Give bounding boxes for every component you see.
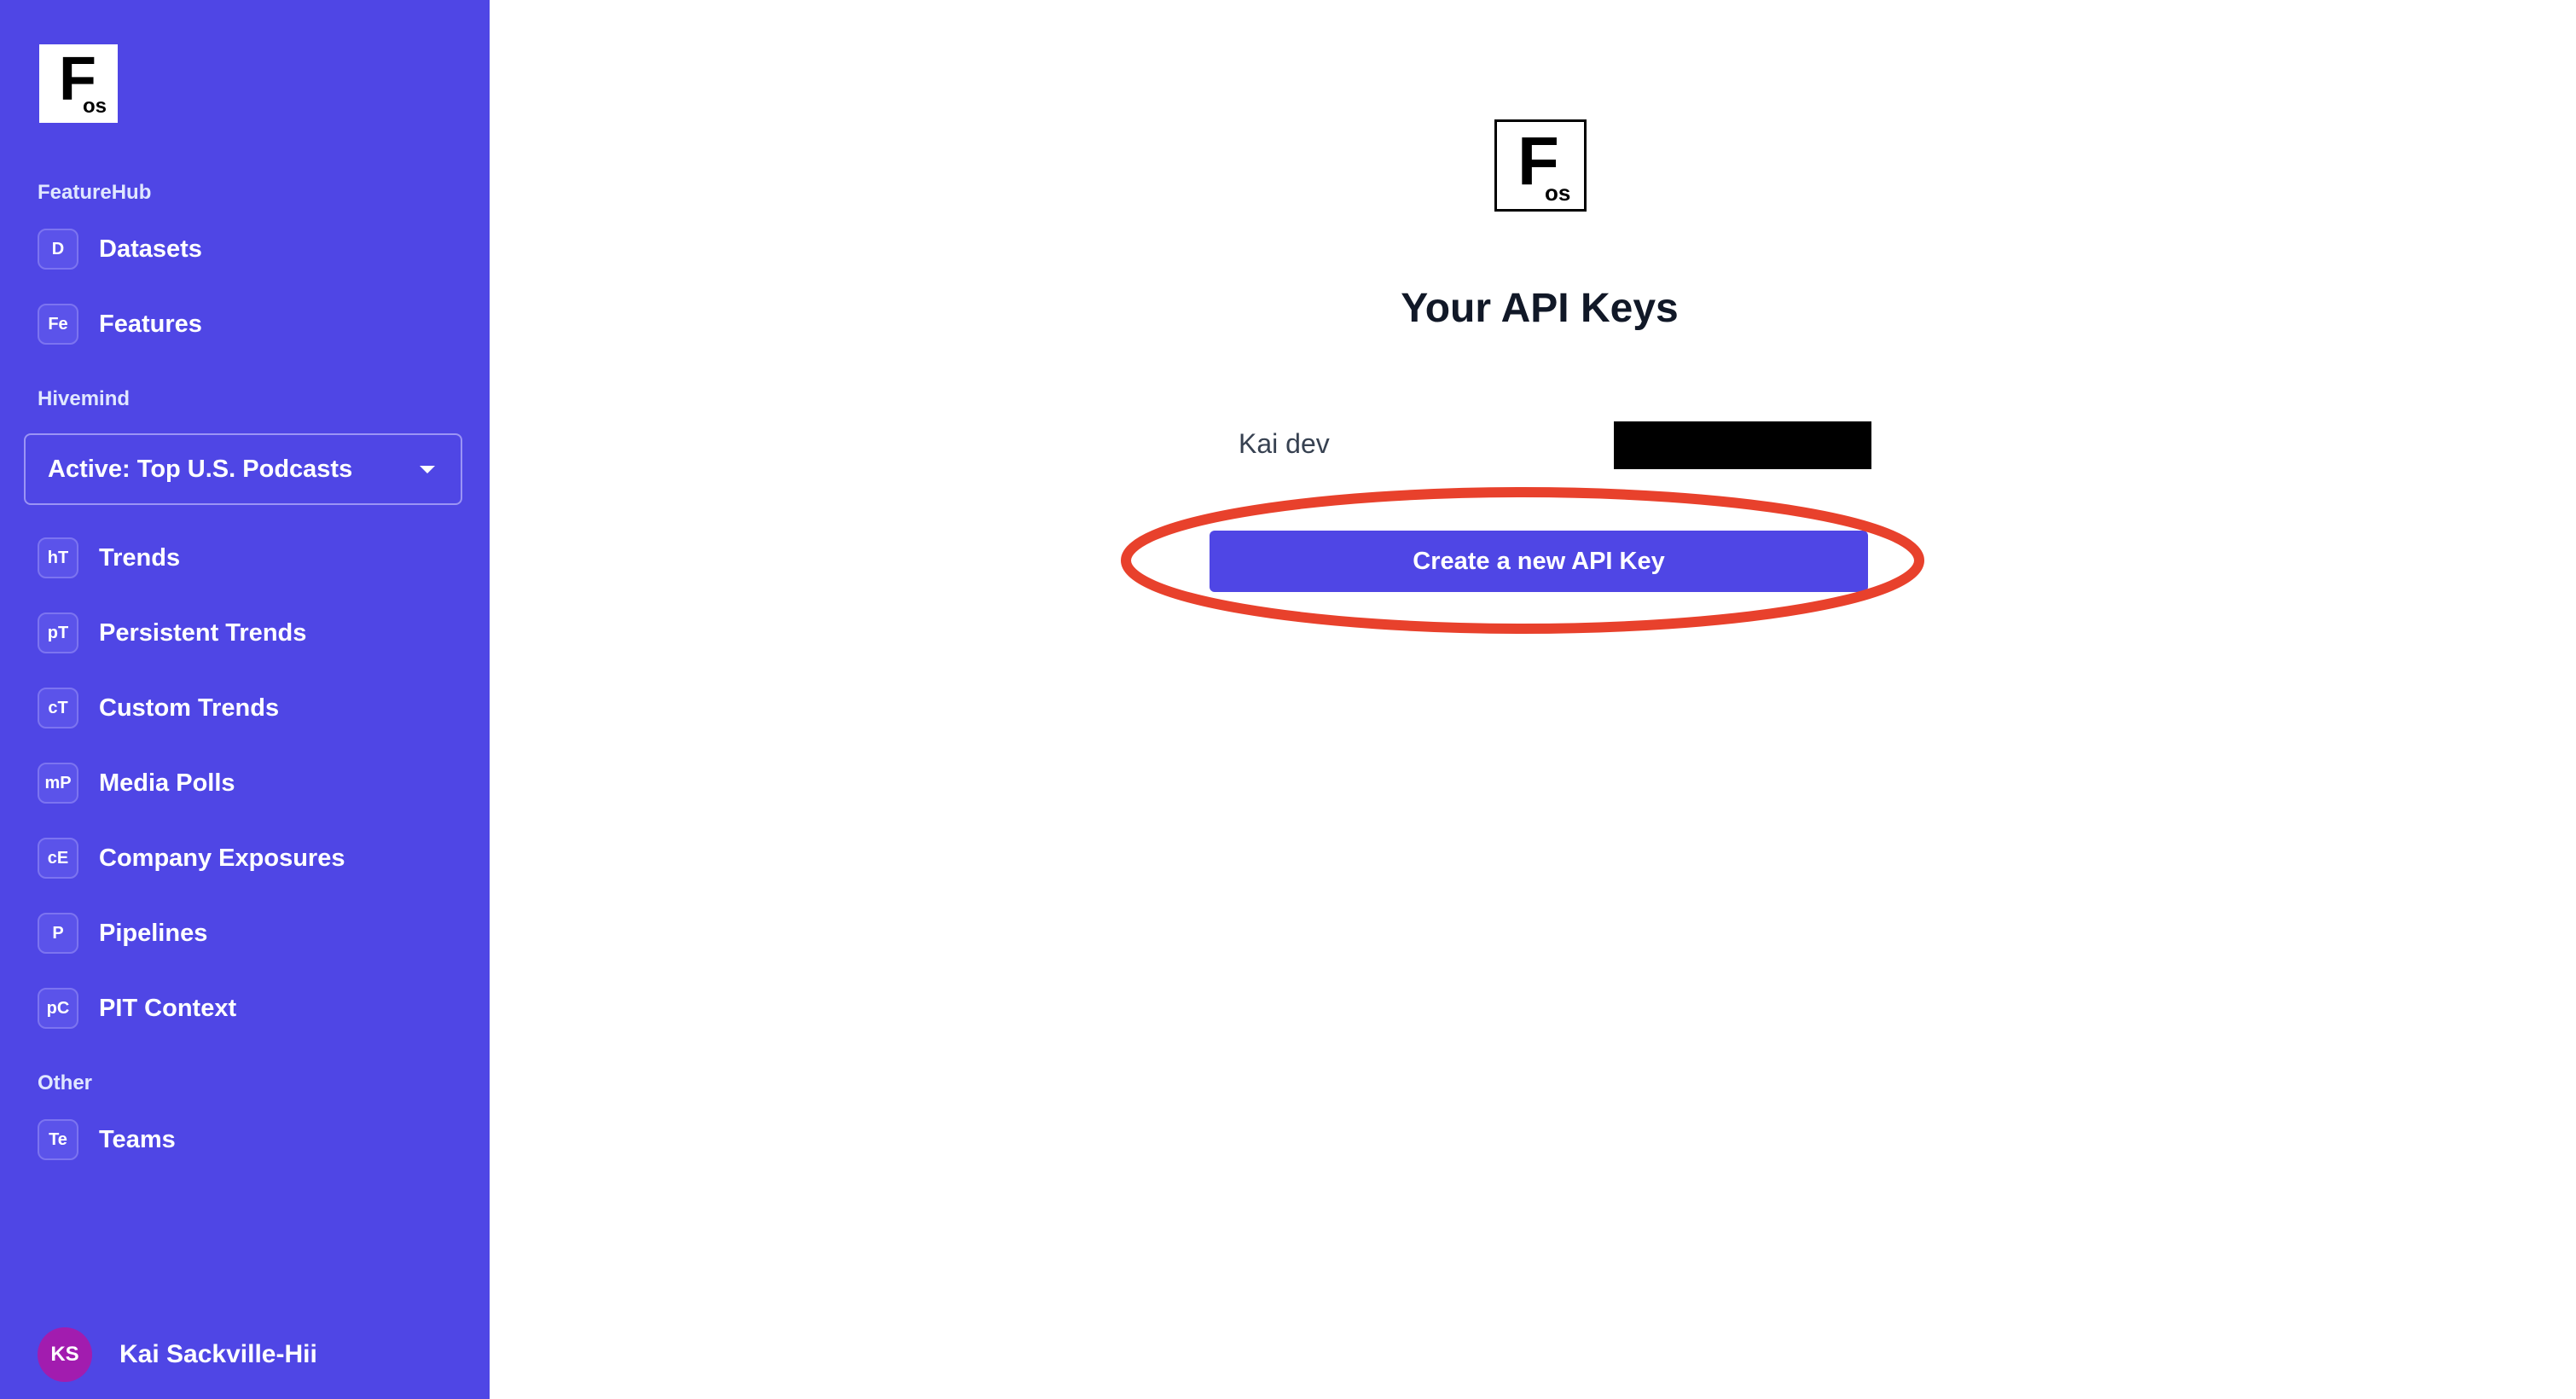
section-label-featurehub: FeatureHub	[38, 181, 152, 204]
user-name: Kai Sackville-Hii	[119, 1340, 317, 1368]
sidebar-item-trends[interactable]: hT Trends	[38, 537, 180, 578]
trends-icon: hT	[38, 537, 78, 578]
sidebar-item-label: Trends	[99, 543, 181, 572]
sidebar: F os FeatureHub D Datasets Fe Features H…	[0, 0, 490, 1399]
company-exposures-icon: cE	[38, 838, 78, 879]
app-logo[interactable]: F os	[39, 44, 118, 123]
sidebar-item-label: Teams	[99, 1125, 176, 1153]
sidebar-item-persistent-trends[interactable]: pT Persistent Trends	[38, 612, 306, 653]
page-title: Your API Keys	[1401, 286, 1679, 331]
sidebar-item-label: Custom Trends	[99, 694, 280, 722]
datasets-icon: D	[38, 229, 78, 270]
chevron-down-icon	[420, 466, 435, 473]
media-polls-icon: mP	[38, 763, 78, 804]
sidebar-item-pit-context[interactable]: pC PIT Context	[38, 988, 236, 1029]
create-api-key-button[interactable]: Create a new API Key	[1210, 531, 1868, 592]
custom-trends-icon: cT	[38, 688, 78, 729]
sidebar-item-label: Features	[99, 310, 202, 338]
active-team-select[interactable]: Active: Top U.S. Podcasts	[24, 433, 462, 505]
api-key-redacted-value	[1614, 421, 1871, 469]
api-key-name: Kai dev	[1239, 428, 1330, 459]
logo-subscript: os	[1545, 180, 1571, 206]
features-icon: Fe	[38, 304, 78, 345]
sidebar-item-company-exposures[interactable]: cE Company Exposures	[38, 838, 345, 879]
sidebar-item-pipelines[interactable]: P Pipelines	[38, 913, 207, 954]
sidebar-item-label: Datasets	[99, 235, 202, 263]
app-root: F os FeatureHub D Datasets Fe Features H…	[0, 0, 2576, 1399]
persistent-trends-icon: pT	[38, 612, 78, 653]
sidebar-item-label: Company Exposures	[99, 844, 345, 872]
pipelines-icon: P	[38, 913, 78, 954]
sidebar-item-label: Persistent Trends	[99, 618, 307, 647]
sidebar-item-teams[interactable]: Te Teams	[38, 1119, 176, 1160]
active-team-value: Active: Top U.S. Podcasts	[48, 455, 353, 483]
logo-subscript: os	[83, 95, 107, 118]
section-label-other: Other	[38, 1071, 93, 1094]
sidebar-item-custom-trends[interactable]: cT Custom Trends	[38, 688, 279, 729]
sidebar-item-media-polls[interactable]: mP Media Polls	[38, 763, 235, 804]
sidebar-item-label: PIT Context	[99, 994, 237, 1022]
teams-icon: Te	[38, 1119, 78, 1160]
sidebar-item-datasets[interactable]: D Datasets	[38, 229, 202, 270]
pit-context-icon: pC	[38, 988, 78, 1029]
sidebar-item-features[interactable]: Fe Features	[38, 304, 202, 345]
user-profile[interactable]: KS Kai Sackville-Hii	[38, 1327, 317, 1382]
main-logo: F os	[1494, 119, 1587, 212]
sidebar-item-label: Pipelines	[99, 919, 208, 947]
avatar: KS	[38, 1327, 92, 1382]
sidebar-item-label: Media Polls	[99, 769, 235, 797]
section-label-hivemind: Hivemind	[38, 387, 131, 410]
